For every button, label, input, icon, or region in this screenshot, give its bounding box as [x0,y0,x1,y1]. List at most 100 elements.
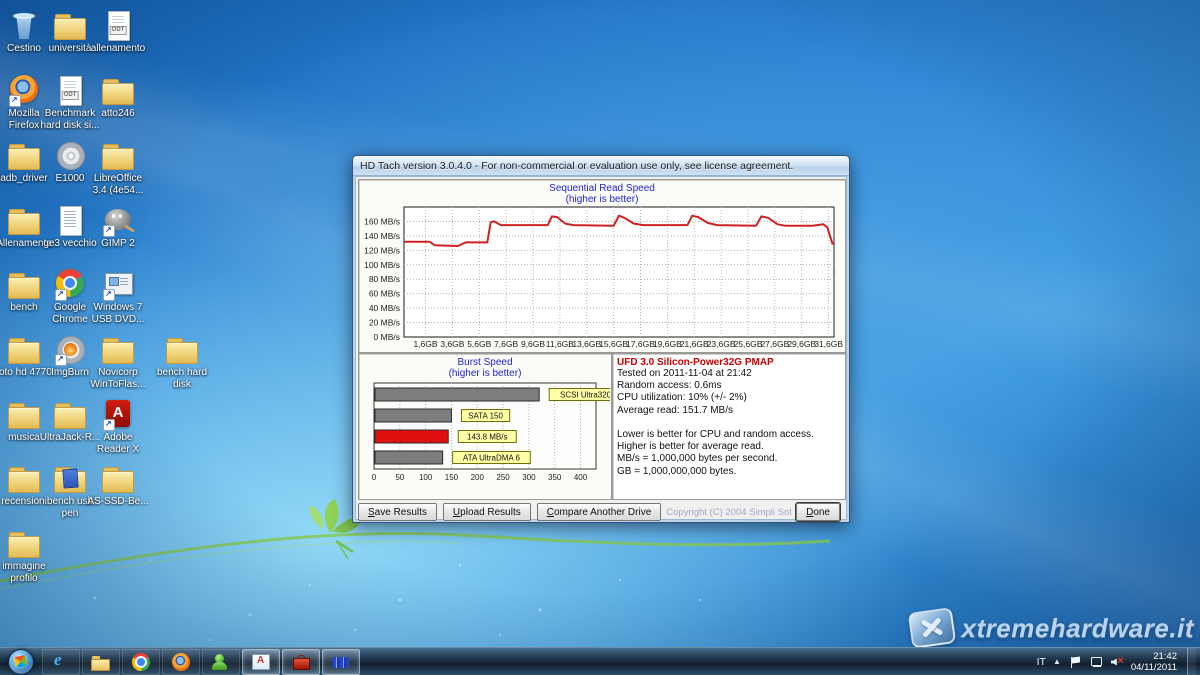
desktop: CestinouniversitàallenamentoMozilla Fire… [0,0,1200,675]
folder-icon [100,138,136,172]
odt-icon [100,8,136,42]
shortcut-arrow-icon [55,289,67,301]
desktop-icon-label: Novicorp WinToFlas... [86,367,150,391]
svg-text:50: 50 [395,473,404,482]
desktop-icon-windows-7-usb-dvd[interactable]: Windows 7 USB DVD... [86,267,150,326]
hdtach-window: HD Tach version 3.0.4.0 - For non-commer… [352,155,850,523]
desktop-icon-label: Adobe Reader X [86,432,150,456]
svg-text:5,6GB: 5,6GB [467,339,491,349]
svg-text:300: 300 [522,473,536,482]
taskbar-item-google-chrome[interactable] [122,649,160,675]
svg-text:19,6GB: 19,6GB [653,339,682,349]
desktop-icon-as-ssd-be[interactable]: AS-SSD-Be... [86,461,150,508]
info-line: Average read: 151.7 MB/s [613,405,845,417]
desktop-icon-novicorp-wintoflas[interactable]: Novicorp WinToFlas... [86,332,150,391]
svg-text:160 MB/s: 160 MB/s [364,216,400,226]
compare-another-drive-button[interactable]: Compare Another Drive [537,503,662,521]
svg-text:120 MB/s: 120 MB/s [364,245,400,255]
desktop-icon-bench-hard-disk[interactable]: bench hard disk [150,332,214,391]
svg-text:15,6GB: 15,6GB [599,339,628,349]
svg-text:0 MB/s: 0 MB/s [374,332,400,342]
svg-text:250: 250 [496,473,510,482]
taskbar-items [41,648,361,675]
svg-text:3,6GB: 3,6GB [440,339,464,349]
shortcut-arrow-icon [103,225,115,237]
svg-text:20 MB/s: 20 MB/s [369,318,400,328]
svg-text:60 MB/s: 60 MB/s [369,289,400,299]
window-titlebar[interactable]: HD Tach version 3.0.4.0 - For non-commer… [353,156,849,176]
folder-icon [6,461,42,495]
info-line: Tested on 2011-11-04 at 21:42 [613,368,845,380]
desktop-icon-adobe-reader-x[interactable]: Adobe Reader X [86,397,150,456]
folder-icon [6,138,42,172]
adobe-icon [100,397,136,431]
svg-text:100 MB/s: 100 MB/s [364,260,400,270]
volume-muted-icon[interactable] [1110,655,1124,669]
taskbar-item-toolbox-app[interactable] [282,649,320,675]
desktop-icon-gimp-2[interactable]: GIMP 2 [86,203,150,250]
svg-text:23,6GB: 23,6GB [707,339,736,349]
taskbar-item-messenger[interactable] [202,649,240,675]
drive-name: UFD 3.0 Silicon-Power32G PMAP [613,354,845,368]
desktop-icon-label: Windows 7 USB DVD... [86,302,150,326]
svg-text:SATA 150: SATA 150 [468,412,503,421]
clock-time: 21:42 [1131,651,1177,662]
recycle-icon [6,8,42,42]
show-hidden-icons-arrow[interactable]: ▲ [1053,657,1061,666]
windows-explorer-icon [91,652,111,672]
folder-icon [164,332,200,366]
folder-icon [6,526,42,560]
svg-text:100: 100 [419,473,433,482]
folder-icon [100,332,136,366]
taskbar: IT ▲ 21:42 04/11/2011 [0,647,1200,675]
upload-results-button[interactable]: Upload Results [443,503,531,521]
desktop-icon-libreoffice-3-4-4e54[interactable]: LibreOffice 3.4 (4e54... [86,138,150,197]
start-button[interactable] [8,649,34,675]
svg-text:200: 200 [471,473,485,482]
drive-info-panel: UFD 3.0 Silicon-Power32G PMAP Tested on … [612,353,846,500]
action-buttons: Save Results Upload Results Compare Anothe… [358,503,661,521]
google-chrome-icon [131,652,151,672]
svg-text:29,6GB: 29,6GB [787,339,816,349]
desktop-icon-atto246[interactable]: atto246 [86,73,150,120]
svg-text:13,6GB: 13,6GB [572,339,601,349]
desktop-icon-label: LibreOffice 3.4 (4e54... [86,173,150,197]
info-line: GB = 1,000,000,000 bytes. [613,466,845,478]
desktop-icon-label: immagine profilo [0,561,56,585]
svg-text:140 MB/s: 140 MB/s [364,231,400,241]
taskbar-item-hdtach-app[interactable] [322,649,360,675]
taskbar-item-app-window-a[interactable] [242,649,280,675]
odt-icon [52,73,88,107]
network-icon[interactable] [1089,655,1103,669]
desktop-icon-immagine-profilo[interactable]: immagine profilo [0,526,56,585]
win7usb-icon [100,267,136,301]
save-results-button[interactable]: Save Results [358,503,437,521]
shortcut-arrow-icon [55,354,67,366]
imgburn-icon [52,332,88,366]
sequential-read-panel: Sequential Read Speed (higher is better)… [358,179,846,353]
desktop-icon-label: GIMP 2 [86,238,150,250]
desktop-icon-label: atto246 [86,108,150,120]
burst-speed-panel: Burst Speed (higher is better) 050100150… [358,353,612,500]
svg-text:0: 0 [372,473,377,482]
svg-text:17,6GB: 17,6GB [626,339,655,349]
clock[interactable]: 21:42 04/11/2011 [1131,651,1180,673]
action-center-flag-icon[interactable] [1068,655,1082,669]
folder-icon [6,332,42,366]
svg-text:7,6GB: 7,6GB [494,339,518,349]
desktop-icon-allenamento[interactable]: allenamento [86,8,150,55]
svg-text:1,6GB: 1,6GB [413,339,437,349]
svg-text:150: 150 [445,473,459,482]
taskbar-item-firefox[interactable] [162,649,200,675]
desktop-icon-label: bench hard disk [150,367,214,391]
taskbar-item-windows-explorer[interactable] [82,649,120,675]
show-desktop-button[interactable] [1187,648,1196,675]
svg-text:31,6GB: 31,6GB [814,339,843,349]
info-line: Random access: 0.6ms [613,380,845,392]
language-indicator[interactable]: IT [1037,656,1046,668]
drive-info-lines: Tested on 2011-11-04 at 21:42Random acce… [613,368,845,478]
folder-icon [52,397,88,431]
done-button[interactable]: Done [796,503,840,521]
taskbar-item-internet-explorer[interactable] [42,649,80,675]
shortcut-arrow-icon [103,419,115,431]
